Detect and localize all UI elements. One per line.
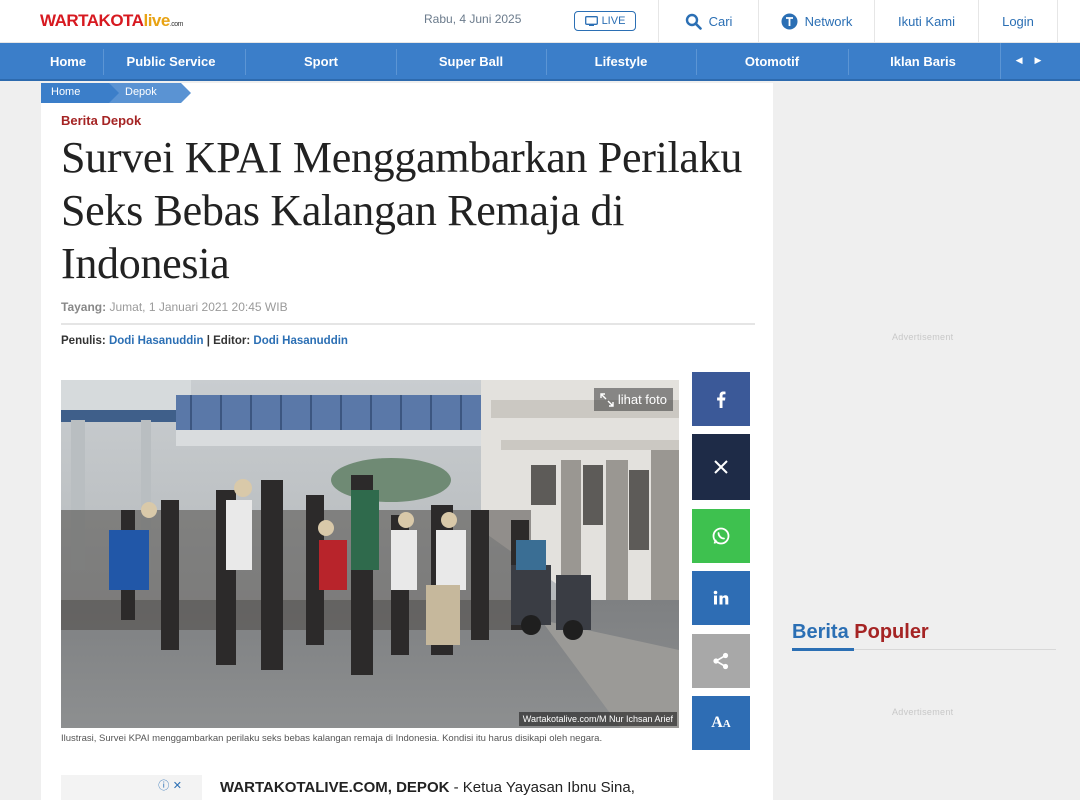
facebook-icon xyxy=(717,391,726,408)
breadcrumb-depok[interactable]: Depok xyxy=(109,83,191,103)
breadcrumb: Home Depok xyxy=(41,83,191,103)
article-container: Home Depok Berita Depok Survei KPAI Meng… xyxy=(41,83,773,800)
breadcrumb-home[interactable]: Home xyxy=(41,83,119,103)
article-category[interactable]: Berita Depok xyxy=(61,113,141,128)
follow-button[interactable]: Ikuti Kami xyxy=(874,0,978,43)
site-logo[interactable]: WARTAKOTAlive.com xyxy=(40,11,184,31)
login-button[interactable]: Login xyxy=(978,0,1058,43)
nav-iklan-baris[interactable]: Iklan Baris xyxy=(848,43,998,79)
share-linkedin-button[interactable] xyxy=(692,571,750,625)
share-x-button[interactable] xyxy=(692,434,750,500)
whatsapp-icon xyxy=(712,527,730,545)
arrow-left-icon[interactable]: ◀ xyxy=(1016,56,1023,66)
nav-lifestyle[interactable]: Lifestyle xyxy=(546,43,696,79)
search-icon xyxy=(685,13,702,30)
top-bar: WARTAKOTAlive.com Rabu, 4 Juni 2025 LIVE… xyxy=(0,0,1080,43)
search-button[interactable]: Cari xyxy=(658,0,758,43)
article-photo[interactable]: lihat foto Wartakotalive.com/M Nur Ichsa… xyxy=(61,380,679,728)
share-facebook-button[interactable] xyxy=(692,372,750,426)
font-size-button[interactable]: AA xyxy=(692,696,750,750)
nav-public-service[interactable]: Public Service xyxy=(110,43,232,79)
article-title: Survei KPAI Menggambarkan Perilaku Seks … xyxy=(61,133,743,288)
nav-sport[interactable]: Sport xyxy=(246,43,396,79)
author-line: Penulis: Dodi Hasanuddin | Editor: Dodi … xyxy=(61,335,348,347)
x-icon xyxy=(714,460,728,474)
arrow-right-icon[interactable]: ▶ xyxy=(1035,56,1042,66)
tv-icon xyxy=(584,16,598,26)
divider xyxy=(61,323,755,325)
ad-label: Advertisement xyxy=(892,332,954,342)
article-lead: WARTAKOTALIVE.COM, DEPOK - Ketua Yayasan… xyxy=(220,779,635,796)
nav-divider xyxy=(103,49,104,75)
expand-icon xyxy=(600,392,614,407)
share-more-button[interactable] xyxy=(692,634,750,688)
author-link[interactable]: Dodi Hasanuddin xyxy=(109,335,204,347)
share-icon xyxy=(713,652,729,670)
live-button[interactable]: LIVE xyxy=(574,11,636,31)
share-whatsapp-button[interactable] xyxy=(692,509,750,563)
ad-choices-icon[interactable]: ⓘ ✕ xyxy=(158,777,182,793)
crowd-photo-illustration xyxy=(61,380,679,728)
network-icon xyxy=(781,13,798,30)
publish-date: Tayang: Jumat, 1 Januari 2021 20:45 WIB xyxy=(61,300,288,314)
popular-news-heading: Berita Populer xyxy=(792,621,929,643)
current-date: Rabu, 4 Juni 2025 xyxy=(424,12,522,26)
network-button[interactable]: Network xyxy=(758,0,874,43)
nav-scroll-controls: ◀ ▶ xyxy=(1000,43,1056,79)
photo-caption: Ilustrasi, Survei KPAI menggambarkan per… xyxy=(61,733,603,744)
editor-link[interactable]: Dodi Hasanuddin xyxy=(253,335,348,347)
font-size-icon: AA xyxy=(711,714,731,731)
heading-underline xyxy=(792,648,854,651)
nav-super-ball[interactable]: Super Ball xyxy=(396,43,546,79)
main-nav: Home Public Service Sport Super Ball Lif… xyxy=(0,43,1080,81)
view-photo-button[interactable]: lihat foto xyxy=(593,388,673,411)
photo-credit: Wartakotalive.com/M Nur Ichsan Arief xyxy=(518,712,677,726)
inline-ad[interactable]: ⓘ ✕ xyxy=(61,775,202,800)
nav-otomotif[interactable]: Otomotif xyxy=(696,43,848,79)
linkedin-icon xyxy=(713,590,729,605)
ad-label: Advertisement xyxy=(892,707,954,717)
nav-home[interactable]: Home xyxy=(40,43,96,79)
